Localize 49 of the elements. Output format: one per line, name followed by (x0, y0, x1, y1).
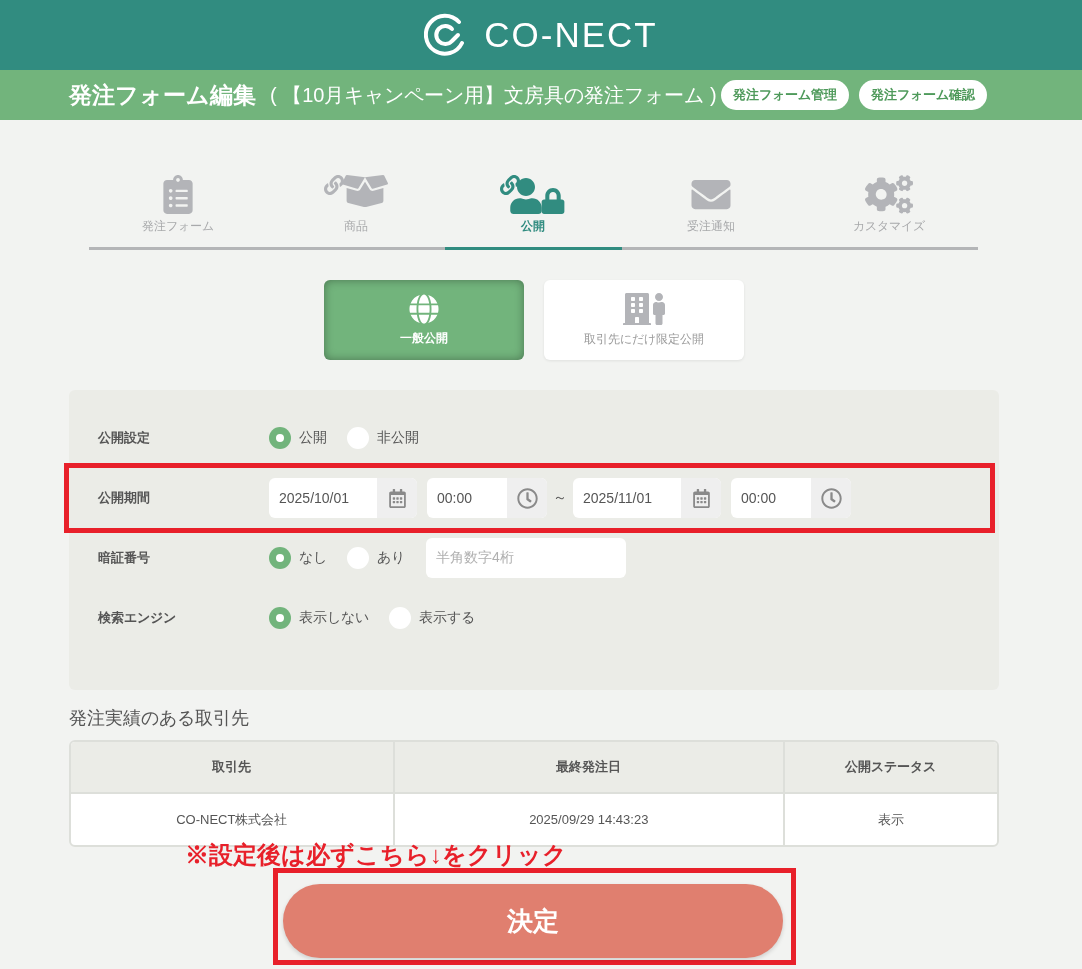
user-lock-link-icon (500, 175, 567, 214)
form-name: ( 【10月キャンペーン用】文房具の発注フォーム ) (270, 82, 717, 108)
setting-label: 公開設定 (98, 429, 151, 447)
logo-text: CO-NECT (484, 15, 658, 55)
submit-button[interactable]: 決定 (282, 884, 783, 958)
clock-icon[interactable] (811, 478, 851, 518)
time-field[interactable]: 00:00 (731, 478, 851, 518)
date-field[interactable]: 2025/11/01 (573, 478, 721, 518)
time-field[interactable]: 00:00 (427, 478, 547, 518)
visibility-option[interactable]: 取引先にだけ限定公開 (544, 280, 744, 360)
radio-option[interactable]: 公開 (269, 427, 327, 449)
header-button[interactable]: 発注フォーム確認 (858, 80, 987, 110)
radio-icon[interactable] (269, 427, 291, 449)
tab[interactable]: 公開 (444, 175, 623, 250)
date-field[interactable]: 2025/10/01 (269, 478, 417, 518)
clock-icon[interactable] (507, 478, 547, 518)
radio-option[interactable]: なし (269, 547, 327, 569)
tab[interactable]: 商品 (266, 175, 445, 250)
calendar-icon[interactable] (377, 478, 417, 518)
tab[interactable]: カスタマイズ (800, 175, 978, 250)
table-header-cell: 取引先 (71, 742, 395, 794)
table-cell-text: 表示 (877, 810, 905, 829)
visibility-option[interactable]: 一般公開 (324, 280, 524, 360)
tab[interactable]: 受注通知 (622, 175, 801, 250)
radio-icon[interactable] (347, 427, 369, 449)
radio-icon[interactable] (269, 607, 291, 629)
setting-label: 検索エンジン (98, 609, 177, 627)
radio-icon[interactable] (347, 547, 369, 569)
radio-icon[interactable] (389, 607, 411, 629)
table-header-cell: 最終発注日 (394, 742, 785, 794)
calendar-icon[interactable] (681, 478, 721, 518)
tab[interactable]: 発注フォーム (89, 175, 267, 250)
setting-label: 暗証番号 (98, 549, 151, 567)
range-separator: ～ (553, 489, 567, 507)
page-title: 発注フォーム編集 (69, 80, 256, 110)
radio-icon[interactable] (269, 547, 291, 569)
globe-icon (409, 293, 439, 324)
radio-option[interactable]: 表示する (389, 607, 475, 629)
setting-label: 公開期間 (98, 489, 151, 507)
section-title: 発注実績のある取引先 (69, 707, 250, 729)
passcode-field[interactable]: 半角数字4桁 (426, 538, 626, 578)
table-cell: 2025/09/29 14:43:23 (394, 794, 785, 845)
header-button[interactable]: 発注フォーム管理 (720, 80, 849, 110)
radio-option[interactable]: 表示しない (269, 607, 369, 629)
radio-option[interactable]: あり (347, 547, 405, 569)
radio-option[interactable]: 非公開 (347, 427, 419, 449)
gears-icon (865, 175, 914, 214)
table-header-cell: 公開ステータス (784, 742, 997, 794)
building-person-icon (623, 292, 665, 325)
